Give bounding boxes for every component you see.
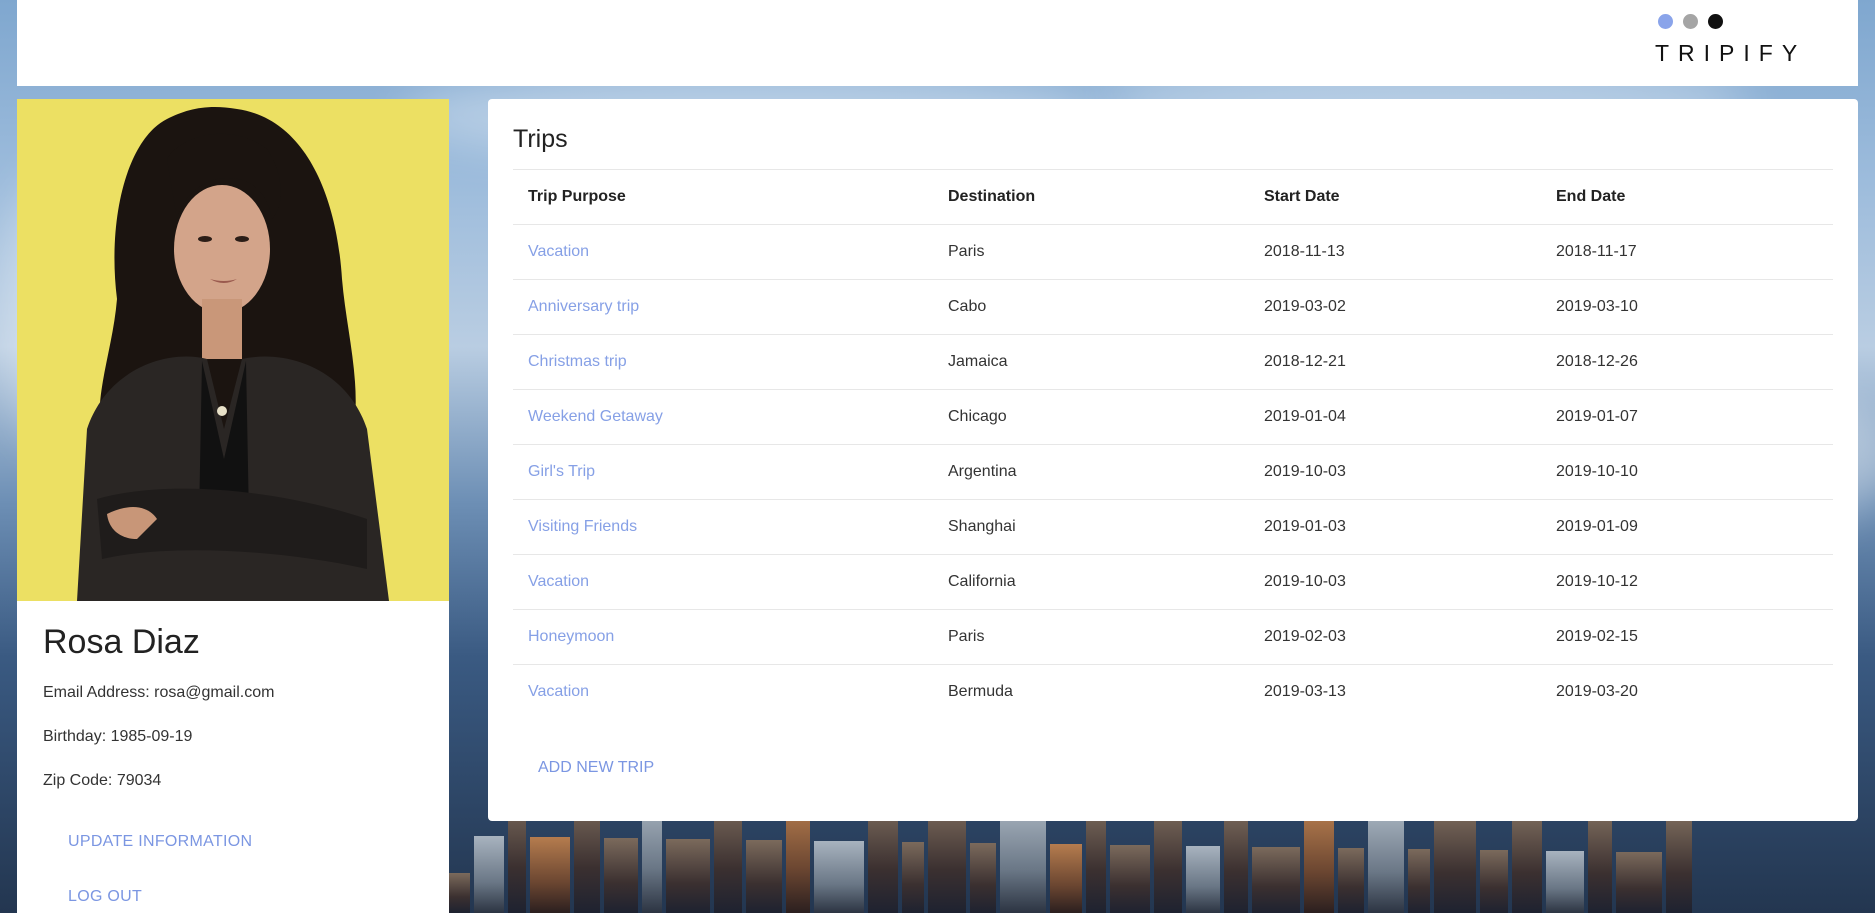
trip-destination: Cabo bbox=[933, 279, 1249, 335]
skyline-building bbox=[1154, 808, 1182, 913]
trip-end-date: 2018-12-26 bbox=[1541, 334, 1833, 390]
table-row: Honeymoon Paris 2019-02-03 2019-02-15 bbox=[513, 609, 1833, 665]
skyline-building bbox=[666, 839, 710, 913]
trip-start-date: 2019-01-03 bbox=[1249, 499, 1541, 555]
skyline-building bbox=[1338, 848, 1364, 913]
trip-purpose-link[interactable]: Christmas trip bbox=[513, 334, 933, 390]
trip-start-date: 2019-03-02 bbox=[1249, 279, 1541, 335]
top-header: TRIPIFY bbox=[17, 0, 1858, 86]
trip-end-date: 2019-02-15 bbox=[1541, 609, 1833, 665]
trips-table: Trip Purpose Destination Start Date End … bbox=[513, 169, 1833, 720]
skyline-building bbox=[1186, 846, 1220, 913]
trip-destination: Chicago bbox=[933, 389, 1249, 445]
trip-purpose-link[interactable]: Girl's Trip bbox=[513, 444, 933, 500]
trip-start-date: 2019-10-03 bbox=[1249, 554, 1541, 610]
profile-photo bbox=[17, 99, 449, 601]
table-row: Vacation Bermuda 2019-03-13 2019-03-20 bbox=[513, 664, 1833, 720]
skyline-building bbox=[474, 836, 504, 913]
tripify-logo[interactable]: TRIPIFY bbox=[1655, 14, 1828, 66]
trip-start-date: 2018-12-21 bbox=[1249, 334, 1541, 390]
skyline-building bbox=[814, 841, 864, 913]
skyline-building bbox=[928, 805, 966, 913]
trip-purpose-link[interactable]: Vacation bbox=[513, 554, 933, 610]
trip-purpose-link[interactable]: Vacation bbox=[513, 664, 933, 720]
trip-purpose-link[interactable]: Honeymoon bbox=[513, 609, 933, 665]
skyline-building bbox=[902, 842, 924, 913]
profile-name: Rosa Diaz bbox=[43, 623, 200, 661]
column-header-destination: Destination bbox=[933, 169, 1249, 225]
profile-email: Email Address: rosa@gmail.com bbox=[43, 684, 275, 701]
skyline-building bbox=[970, 843, 996, 913]
profile-photo-illustration bbox=[17, 99, 449, 601]
trip-end-date: 2018-11-17 bbox=[1541, 224, 1833, 280]
profile-birthday: Birthday: 1985-09-19 bbox=[43, 728, 193, 745]
trip-end-date: 2019-10-12 bbox=[1541, 554, 1833, 610]
table-row: Visiting Friends Shanghai 2019-01-03 2019-0… bbox=[513, 499, 1833, 555]
trip-start-date: 2018-11-13 bbox=[1249, 224, 1541, 280]
skyline-building bbox=[448, 873, 470, 913]
trip-purpose-link[interactable]: Anniversary trip bbox=[513, 279, 933, 335]
trip-start-date: 2019-01-04 bbox=[1249, 389, 1541, 445]
skyline-building bbox=[1588, 814, 1612, 913]
skyline-building bbox=[1666, 815, 1692, 913]
column-header-trip-purpose: Trip Purpose bbox=[513, 169, 933, 225]
skyline-building bbox=[1110, 845, 1150, 913]
profile-card: Rosa Diaz Email Address: rosa@gmail.com … bbox=[17, 99, 449, 913]
trip-destination: California bbox=[933, 554, 1249, 610]
skyline-building bbox=[1086, 807, 1106, 913]
logout-button[interactable]: Log Out bbox=[68, 888, 142, 906]
trip-end-date: 2019-03-20 bbox=[1541, 664, 1833, 720]
trip-start-date: 2019-10-03 bbox=[1249, 444, 1541, 500]
skyline-building bbox=[530, 837, 570, 913]
skyline-building bbox=[1480, 850, 1508, 913]
column-header-end-date: End Date bbox=[1541, 169, 1833, 225]
column-header-start-date: Start Date bbox=[1249, 169, 1541, 225]
trip-end-date: 2019-10-10 bbox=[1541, 444, 1833, 500]
table-row: Vacation California 2019-10-03 2019-10-12 bbox=[513, 554, 1833, 610]
skyline-building bbox=[1408, 849, 1430, 913]
trips-card: Trips Trip Purpose Destination Start Dat… bbox=[488, 99, 1858, 821]
skyline-building bbox=[1224, 809, 1248, 913]
table-row: Vacation Paris 2018-11-13 2018-11-17 bbox=[513, 224, 1833, 280]
skyline-building bbox=[604, 838, 638, 913]
profile-zip: Zip Code: 79034 bbox=[43, 772, 162, 789]
logo-wordmark: TRIPIFY bbox=[1655, 40, 1807, 66]
trip-end-date: 2019-01-07 bbox=[1541, 389, 1833, 445]
trip-end-date: 2019-01-09 bbox=[1541, 499, 1833, 555]
trip-start-date: 2019-02-03 bbox=[1249, 609, 1541, 665]
skyline-building bbox=[1434, 812, 1476, 913]
skyline-building bbox=[1000, 806, 1046, 913]
table-row: Weekend Getaway Chicago 2019-01-04 2019-01-… bbox=[513, 389, 1833, 445]
skyline-building bbox=[1050, 844, 1082, 913]
skyline-building bbox=[1368, 811, 1404, 913]
trip-destination: Jamaica bbox=[933, 334, 1249, 390]
skyline-building bbox=[746, 840, 782, 913]
add-new-trip-button[interactable]: Add New Trip bbox=[538, 759, 654, 777]
skyline-building bbox=[1252, 847, 1300, 913]
trip-end-date: 2019-03-10 bbox=[1541, 279, 1833, 335]
trip-destination: Shanghai bbox=[933, 499, 1249, 555]
trip-purpose-link[interactable]: Visiting Friends bbox=[513, 499, 933, 555]
trip-purpose-link[interactable]: Weekend Getaway bbox=[513, 389, 933, 445]
table-row: Anniversary trip Cabo 2019-03-02 2019-03-10 bbox=[513, 279, 1833, 335]
trips-title: Trips bbox=[513, 125, 568, 153]
skyline-building bbox=[1304, 810, 1334, 913]
trip-destination: Bermuda bbox=[933, 664, 1249, 720]
skyline-building bbox=[1512, 813, 1542, 913]
trip-destination: Paris bbox=[933, 609, 1249, 665]
skyline-building bbox=[1546, 851, 1584, 913]
trip-start-date: 2019-03-13 bbox=[1249, 664, 1541, 720]
trip-purpose-link[interactable]: Vacation bbox=[513, 224, 933, 280]
table-row: Girl's Trip Argentina 2019-10-03 2019-10-10 bbox=[513, 444, 1833, 500]
update-information-button[interactable]: Update Information bbox=[68, 833, 252, 851]
skyline-building bbox=[1616, 852, 1662, 913]
trip-destination: Argentina bbox=[933, 444, 1249, 500]
trip-destination: Paris bbox=[933, 224, 1249, 280]
table-header-row: Trip Purpose Destination Start Date End … bbox=[513, 169, 1833, 225]
table-row: Christmas trip Jamaica 2018-12-21 2018-12-2… bbox=[513, 334, 1833, 390]
